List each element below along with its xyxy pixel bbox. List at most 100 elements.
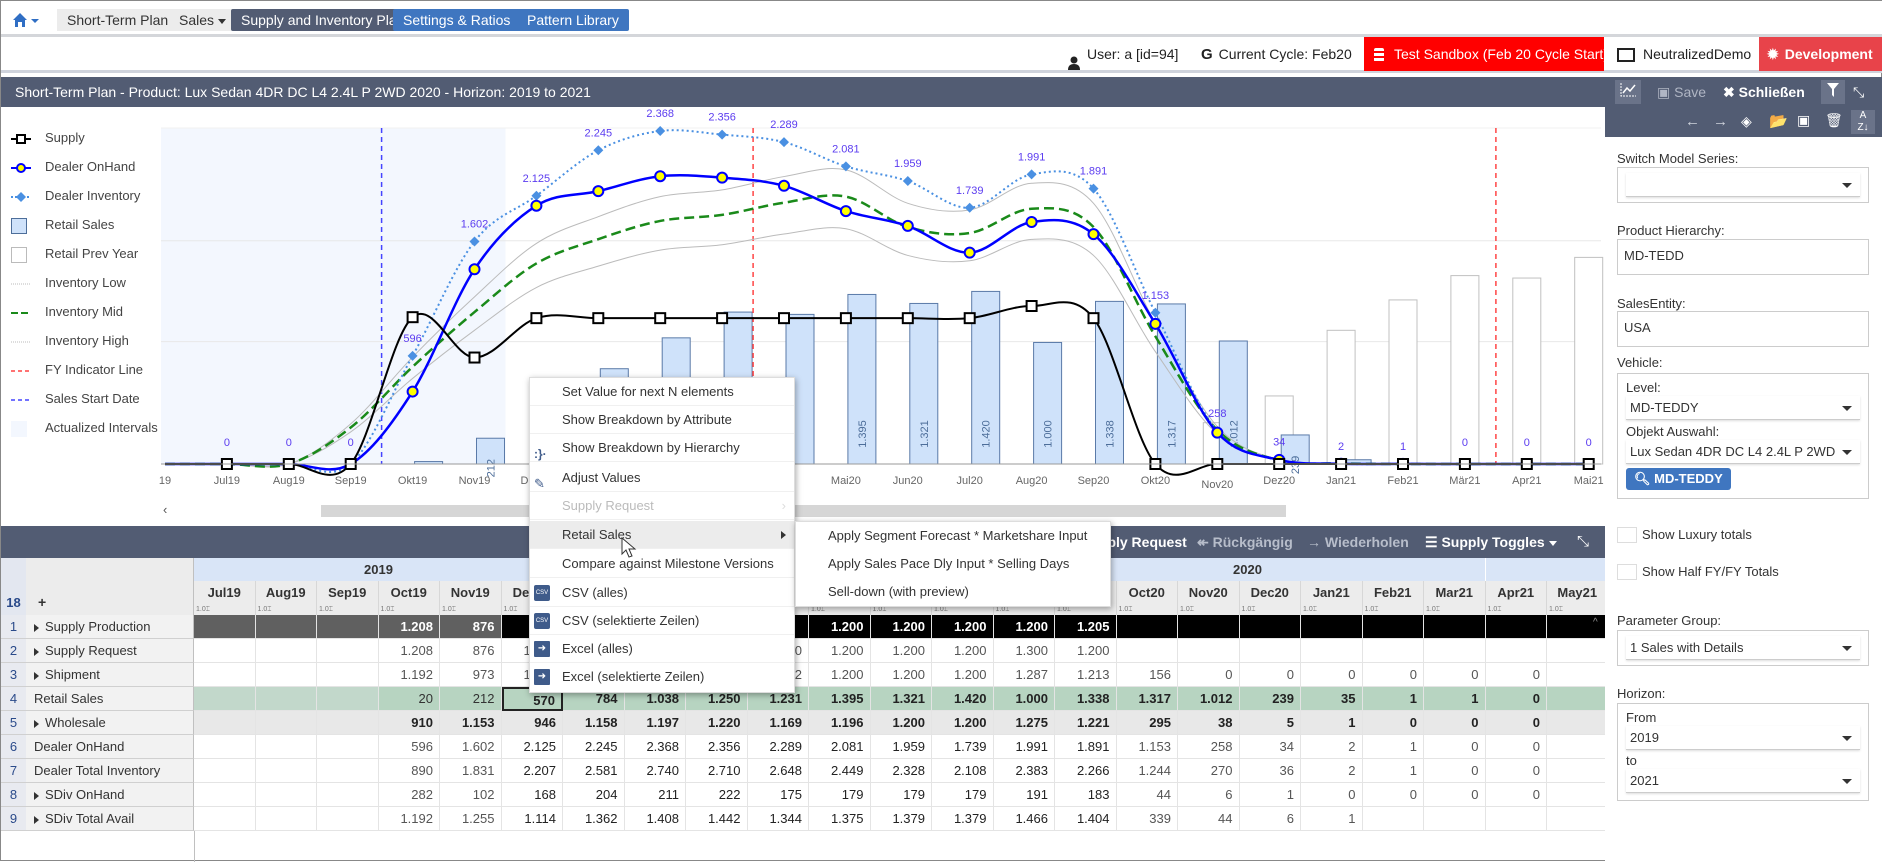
grid-cell[interactable]: 1.200 bbox=[871, 639, 933, 663]
grid-cell[interactable]: 1 bbox=[1363, 735, 1425, 759]
grid-cell[interactable] bbox=[1547, 663, 1609, 687]
grid-cell[interactable] bbox=[317, 615, 379, 639]
expand-icon[interactable] bbox=[34, 672, 39, 680]
save-button[interactable]: ▣ Save bbox=[1657, 77, 1706, 107]
grid-cell[interactable] bbox=[194, 735, 256, 759]
grid-cell[interactable]: 1.197 bbox=[625, 711, 687, 735]
grid-cell[interactable]: 1.379 bbox=[932, 807, 994, 831]
grid-cell[interactable]: 0 bbox=[1363, 663, 1425, 687]
row-number[interactable]: 6 bbox=[1, 735, 26, 759]
grid-cell[interactable]: 191 bbox=[994, 783, 1056, 807]
grid-cell[interactable]: 0 bbox=[1363, 783, 1425, 807]
collapse-icon[interactable]: ⤡ bbox=[1853, 77, 1864, 107]
grid-cell[interactable]: 36 bbox=[1240, 759, 1302, 783]
environment-badge[interactable]: ✹Development bbox=[1759, 37, 1882, 71]
sort-az-icon[interactable]: AZ↓ bbox=[1851, 110, 1875, 134]
grid-cell[interactable]: 258 bbox=[1178, 735, 1240, 759]
grid-cell[interactable]: 1.395 bbox=[809, 687, 871, 711]
grid-cell[interactable]: 156 bbox=[1117, 663, 1179, 687]
row-label[interactable]: Supply Request bbox=[26, 639, 194, 663]
grid-cell[interactable]: 946 bbox=[502, 711, 564, 735]
grid-cell[interactable]: 1.379 bbox=[871, 807, 933, 831]
grid-cell[interactable] bbox=[1240, 615, 1302, 639]
menu-item-retail-sales[interactable]: Retail Sales bbox=[530, 521, 794, 549]
grid-cell[interactable]: 2.207 bbox=[502, 759, 564, 783]
grid-cell[interactable]: 2.266 bbox=[1055, 759, 1117, 783]
grid-cell[interactable]: 0 bbox=[1486, 759, 1548, 783]
grid-cell[interactable]: 211 bbox=[625, 783, 687, 807]
grid-cell[interactable]: 179 bbox=[932, 783, 994, 807]
grid-cell[interactable]: 0 bbox=[1424, 735, 1486, 759]
grid-cell[interactable]: 1.153 bbox=[1117, 735, 1179, 759]
row-number[interactable]: 5 bbox=[1, 711, 26, 735]
row-label[interactable]: Shipment bbox=[26, 663, 194, 687]
grid-cell[interactable]: 1.200 bbox=[932, 663, 994, 687]
grid-cell[interactable]: 35 bbox=[1301, 687, 1363, 711]
grid-cell[interactable]: 295 bbox=[1117, 711, 1179, 735]
row-number[interactable]: 1 bbox=[1, 615, 26, 639]
grid-cell[interactable] bbox=[1547, 807, 1609, 831]
grid-cell[interactable] bbox=[256, 807, 318, 831]
grid-cell[interactable] bbox=[317, 639, 379, 663]
grid-cell[interactable]: 2.740 bbox=[625, 759, 687, 783]
grid-cell[interactable]: 0 bbox=[1486, 711, 1548, 735]
grid-cell[interactable]: 0 bbox=[1424, 783, 1486, 807]
grid-cell[interactable]: 5 bbox=[1240, 711, 1302, 735]
grid-cell[interactable] bbox=[1424, 639, 1486, 663]
grid-cell[interactable]: 1.321 bbox=[871, 687, 933, 711]
grid-cell[interactable]: 1.205 bbox=[1055, 615, 1117, 639]
grid-cell[interactable] bbox=[256, 783, 318, 807]
grid-cell[interactable] bbox=[194, 639, 256, 663]
level-select[interactable]: MD-TEDDY bbox=[1626, 396, 1860, 420]
grid-cell[interactable]: 1.362 bbox=[563, 807, 625, 831]
grid-cell[interactable]: 1.200 bbox=[932, 639, 994, 663]
grid-cell[interactable] bbox=[1301, 639, 1363, 663]
grid-cell[interactable] bbox=[1547, 687, 1609, 711]
grid-cell[interactable]: 2.368 bbox=[625, 735, 687, 759]
row-number[interactable]: 7 bbox=[1, 759, 26, 783]
switch-model-select[interactable] bbox=[1626, 173, 1860, 197]
grid-cell[interactable] bbox=[256, 663, 318, 687]
vehicle-search-button[interactable]: 🔍︎ MD-TEDDY bbox=[1626, 468, 1731, 490]
grid-cell[interactable] bbox=[1547, 783, 1609, 807]
grid-cell[interactable]: 1.300 bbox=[994, 639, 1056, 663]
grid-cell[interactable]: 1.196 bbox=[809, 711, 871, 735]
grid-cell[interactable] bbox=[317, 711, 379, 735]
month-header[interactable]: Jan211.0⌶ bbox=[1301, 581, 1363, 615]
grid-cell[interactable]: 876 bbox=[440, 639, 502, 663]
expand-icon[interactable] bbox=[34, 792, 39, 800]
row-number[interactable]: 9 bbox=[1, 807, 26, 831]
grid-cell[interactable]: 1.153 bbox=[440, 711, 502, 735]
month-header[interactable]: Nov191.0⌶ bbox=[440, 581, 502, 615]
grid-cell[interactable]: 0 bbox=[1486, 687, 1548, 711]
grid-cell[interactable]: 0 bbox=[1486, 735, 1548, 759]
grid-cell[interactable]: 1.317 bbox=[1117, 687, 1179, 711]
grid-cell[interactable] bbox=[317, 663, 379, 687]
grid-cell[interactable]: 1.255 bbox=[440, 807, 502, 831]
grid-cell[interactable]: 0 bbox=[1424, 711, 1486, 735]
grid-cell[interactable] bbox=[256, 735, 318, 759]
grid-cell[interactable]: 1.338 bbox=[1055, 687, 1117, 711]
grid-cell[interactable]: 2.581 bbox=[563, 759, 625, 783]
grid-cell[interactable]: 0 bbox=[1424, 663, 1486, 687]
month-header[interactable]: Nov201.0⌶ bbox=[1178, 581, 1240, 615]
grid-cell[interactable]: 1.221 bbox=[1055, 711, 1117, 735]
grid-cell[interactable]: 2.328 bbox=[871, 759, 933, 783]
undo-button[interactable]: ↞ Rückgängig bbox=[1197, 526, 1293, 558]
add-row-button[interactable]: + bbox=[26, 558, 194, 615]
grid-cell[interactable]: 44 bbox=[1178, 807, 1240, 831]
grid-cell[interactable]: 1.200 bbox=[809, 663, 871, 687]
grid-cell[interactable]: 2 bbox=[1301, 759, 1363, 783]
eraser-icon[interactable]: ◈ bbox=[1741, 113, 1752, 130]
menu-item-breakdown-attribute[interactable]: Show Breakdown by Attribute bbox=[530, 406, 794, 434]
grid-cell[interactable]: 175 bbox=[748, 783, 810, 807]
menu-item-csv-selected[interactable]: CSVCSV (selektierte Zeilen) bbox=[530, 607, 794, 635]
grid-cell[interactable]: 1.891 bbox=[1055, 735, 1117, 759]
grid-cell[interactable]: 0 bbox=[1301, 783, 1363, 807]
grid-cell[interactable]: 222 bbox=[686, 783, 748, 807]
half-fy-checkbox[interactable] bbox=[1617, 564, 1637, 580]
grid-cell[interactable] bbox=[1363, 639, 1425, 663]
grid-cell[interactable]: 0 bbox=[1424, 759, 1486, 783]
month-header[interactable]: Oct191.0⌶ bbox=[379, 581, 441, 615]
grid-cell[interactable] bbox=[1547, 735, 1609, 759]
